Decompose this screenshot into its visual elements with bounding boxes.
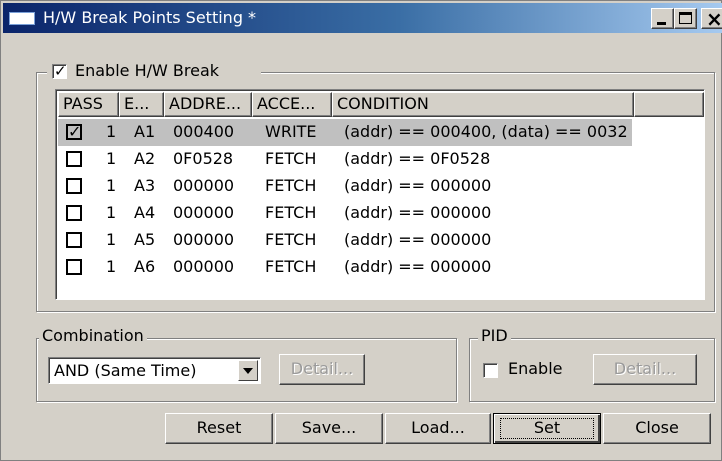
cell-condition: (addr) == 0F0528 [344,149,491,168]
cell-condition: (addr) == 000400, (data) == 0032 [344,122,628,141]
set-button-label: Set [533,418,561,437]
cell-e: A3 [134,176,156,195]
combination-select[interactable]: AND (Same Time) [48,357,261,384]
cell-pass: 1 [106,230,117,249]
cell-access: FETCH [265,203,317,222]
cell-access: FETCH [265,176,317,195]
cell-address: 000000 [173,203,235,222]
cell-address: 000400 [173,122,235,141]
cell-pass: 1 [106,122,117,141]
table-row[interactable]: 1 A5 000000 FETCH (addr) == 000000 [58,227,632,254]
maximize-button[interactable] [674,8,697,29]
pid-enable-checkbox[interactable] [483,363,498,378]
cell-e: A6 [134,257,156,276]
cell-condition: (addr) == 000000 [344,230,492,249]
pid-enable-label: Enable [508,359,563,378]
combination-selected-value: AND (Same Time) [54,361,197,380]
minimize-button[interactable] [651,8,674,29]
dialog-window: H/W Break Points Setting * × ✓ Enable H/… [0,0,722,461]
checkmark-icon: ✓ [68,122,82,141]
chevron-down-icon [243,368,253,374]
row-pass-checkbox[interactable] [66,232,82,248]
window-title: H/W Break Points Setting * [43,8,257,27]
table-row[interactable]: 1 A3 000000 FETCH (addr) == 000000 [58,173,632,200]
table-row[interactable]: 1 A4 000000 FETCH (addr) == 000000 [58,200,632,227]
table-row[interactable]: 1 A6 000000 FETCH (addr) == 000000 [58,254,632,281]
enable-hw-break-label-wrap: ✓ Enable H/W Break [47,61,261,83]
enable-hw-break-checkbox[interactable]: ✓ [52,62,67,80]
pid-label: PID [478,326,511,345]
cell-address: 0F0528 [173,149,234,168]
column-header-e[interactable]: E... [119,92,164,117]
title-bar[interactable]: H/W Break Points Setting * × [3,3,722,33]
cell-access: FETCH [265,230,317,249]
close-window-button[interactable]: × [701,7,722,31]
combination-label: Combination [39,326,147,345]
row-pass-checkbox[interactable] [66,178,82,194]
column-header-address[interactable]: ADDRE... [164,92,252,117]
column-header-condition[interactable]: CONDITION [332,92,634,117]
row-pass-checkbox[interactable] [66,205,82,221]
cell-e: A4 [134,203,156,222]
list-header: PASS E... ADDRE... ACCE... CONDITION [58,92,704,117]
save-button[interactable]: Save... [275,413,383,444]
load-button[interactable]: Load... [385,413,491,444]
table-row[interactable]: ✓ 1 A1 000400 WRITE (addr) == 000400, (d… [58,119,632,146]
cell-pass: 1 [106,203,117,222]
close-icon: × [706,7,722,31]
combination-dropdown-button[interactable] [238,360,258,381]
breakpoint-list[interactable]: PASS E... ADDRE... ACCE... CONDITION ✓ 1… [55,89,705,300]
row-pass-checkbox[interactable]: ✓ [66,122,82,141]
cell-access: FETCH [265,257,317,276]
column-header-access[interactable]: ACCE... [252,92,332,117]
cell-pass: 1 [106,257,117,276]
cell-pass: 1 [106,149,117,168]
cell-address: 000000 [173,257,235,276]
column-header-empty [634,92,704,117]
cell-e: A1 [134,122,156,141]
cell-e: A2 [134,149,156,168]
close-button[interactable]: Close [603,413,711,444]
cell-pass: 1 [106,176,117,195]
window-icon [9,12,35,25]
cell-condition: (addr) == 000000 [344,257,492,276]
cell-address: 000000 [173,176,235,195]
pid-detail-button[interactable]: Detail... [593,354,697,385]
reset-button[interactable]: Reset [165,413,273,444]
cell-address: 000000 [173,230,235,249]
row-pass-checkbox[interactable] [66,259,82,275]
cell-access: FETCH [265,149,317,168]
set-button[interactable]: Set [493,413,601,444]
column-header-pass[interactable]: PASS [58,92,119,117]
cell-condition: (addr) == 000000 [344,176,492,195]
combination-detail-button[interactable]: Detail... [279,354,365,385]
minimize-icon [657,22,666,25]
cell-access: WRITE [265,122,317,141]
cell-condition: (addr) == 000000 [344,203,492,222]
enable-hw-break-label: Enable H/W Break [75,61,220,80]
checkmark-icon: ✓ [54,62,67,80]
table-row[interactable]: 1 A2 0F0528 FETCH (addr) == 0F0528 [58,146,632,173]
maximize-icon [679,12,692,24]
cell-e: A5 [134,230,156,249]
row-pass-checkbox[interactable] [66,151,82,167]
